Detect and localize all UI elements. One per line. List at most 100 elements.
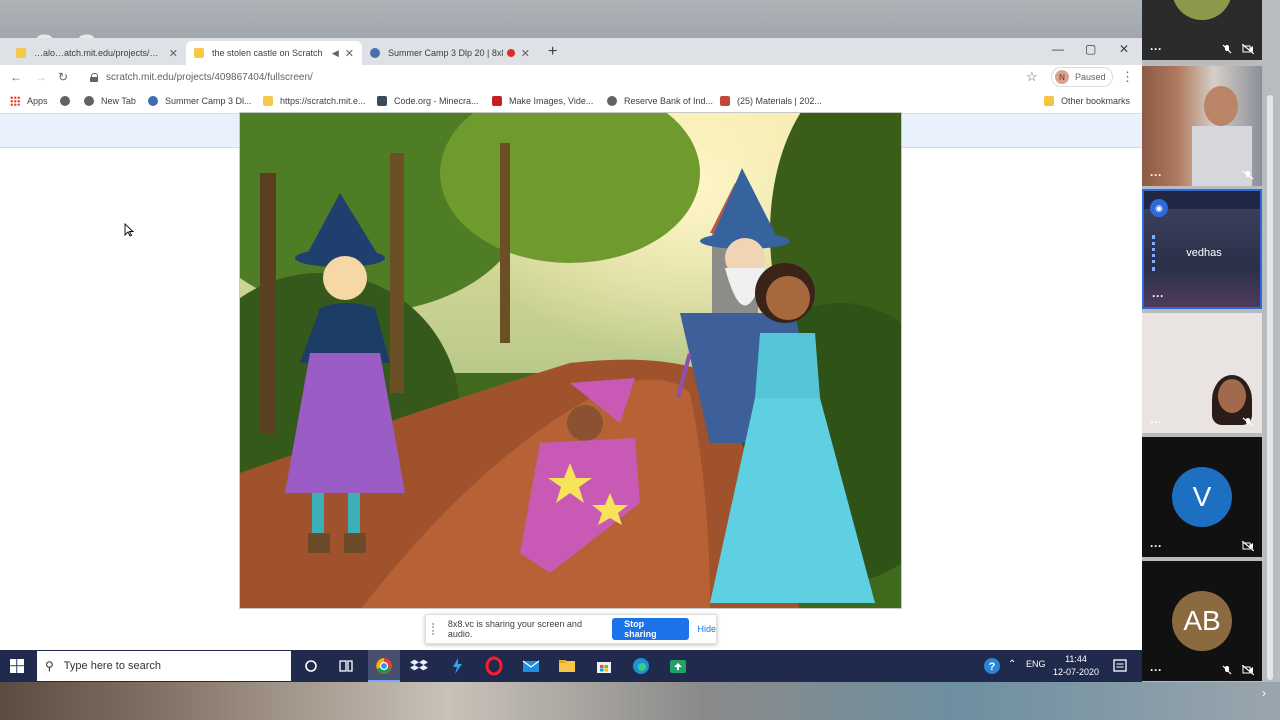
cloud-upload-icon[interactable] [668, 656, 688, 676]
hide-button[interactable]: Hide [697, 624, 716, 634]
scratch-favicon-icon [194, 48, 204, 58]
bookmark-make-images[interactable]: Make Images, Vide... [492, 96, 593, 106]
tab-strip: …alo…atch.mit.edu/projects/… ✕ the stole… [0, 38, 1142, 65]
other-bookmarks[interactable]: Other bookmarks [1044, 96, 1130, 106]
address-bar[interactable]: scratch.mit.edu/projects/409867404/fulls… [84, 66, 1044, 88]
mic-muted-icon [1242, 170, 1254, 180]
mail-icon[interactable] [521, 656, 541, 676]
bookmark-materials[interactable]: (25) Materials | 202... [720, 96, 822, 106]
maximize-button[interactable]: ▢ [1085, 42, 1096, 56]
minimize-button[interactable]: — [1052, 42, 1064, 56]
participant-tile[interactable]: ··· [1142, 66, 1262, 186]
tab-title: Summer Camp 3 Dlp 20 | 8x8 [388, 48, 503, 58]
more-options-icon[interactable]: ··· [1150, 42, 1162, 56]
search-icon: ⚲ [45, 659, 54, 673]
tab-1[interactable]: …alo…atch.mit.edu/projects/… ✕ [8, 41, 186, 65]
scratch-favicon-icon [263, 96, 273, 106]
profile-button[interactable]: N Paused [1051, 67, 1113, 87]
opera-icon[interactable] [484, 656, 504, 676]
tab-2[interactable]: the stolen castle on Scratch ◀ ✕ [186, 41, 362, 65]
menu-kebab-icon[interactable]: ⋮ [1121, 69, 1134, 85]
bookmark-apps[interactable]: Apps [10, 96, 48, 106]
browser-toolbar: ← → ↻ scratch.mit.edu/projects/409867404… [0, 65, 1142, 90]
dropbox-icon[interactable] [410, 656, 430, 676]
camera-off-icon [1242, 44, 1254, 54]
avatar: V [1172, 467, 1232, 527]
bookmarks-bar: Apps New Tab Summer Camp 3 Dl... https:/… [0, 90, 1142, 114]
svg-text:?: ? [989, 661, 996, 673]
taskbar-search-box[interactable]: ⚲ Type here to search [37, 651, 291, 681]
bookmark-label: (25) Materials | 202... [737, 96, 822, 106]
camera-off-icon [1242, 665, 1254, 675]
participants-scrollbar[interactable] [1267, 95, 1273, 680]
presenter-icon: ◉ [1150, 199, 1168, 217]
edge-icon[interactable] [631, 656, 651, 676]
mic-muted-icon [1242, 417, 1254, 427]
new-tab-button[interactable]: + [548, 43, 557, 61]
help-icon[interactable]: ? [982, 656, 1002, 676]
scroll-right-icon[interactable]: › [1262, 686, 1266, 700]
profile-avatar: N [1055, 70, 1069, 84]
camera-off-icon [1242, 541, 1254, 551]
tab-3[interactable]: Summer Camp 3 Dlp 20 | 8x8 ✕ [362, 41, 538, 65]
close-icon[interactable]: ✕ [521, 47, 530, 60]
more-options-icon[interactable]: ··· [1152, 289, 1164, 303]
close-window-button[interactable]: ✕ [1119, 42, 1129, 56]
participant-tile-active[interactable]: ◉ vedhas ··· [1142, 189, 1262, 309]
8x8-favicon-icon [148, 96, 158, 106]
system-clock[interactable]: 11:44 12-07-2020 [1048, 653, 1104, 679]
cortana-icon[interactable] [301, 656, 321, 676]
bookmark-summer-camp[interactable]: Summer Camp 3 Dl... [148, 96, 252, 106]
recording-icon [506, 49, 515, 57]
screen-share-bar: 8x8.vc is sharing your screen and audio.… [425, 614, 717, 644]
bookmark-star-icon[interactable]: ☆ [1026, 69, 1038, 85]
bookmark-scratch[interactable]: https://scratch.mit.e... [263, 96, 366, 106]
more-options-icon[interactable]: ··· [1150, 539, 1162, 553]
bookmark-label: Reserve Bank of Ind... [624, 96, 714, 106]
back-arrow-icon[interactable]: ← [10, 70, 22, 84]
task-view-icon[interactable] [336, 656, 356, 676]
bookmark-rbi[interactable]: Reserve Bank of Ind... [607, 96, 713, 106]
close-icon[interactable]: ✕ [345, 47, 354, 60]
bookmark-globe[interactable] [60, 96, 77, 106]
bookmark-new-tab[interactable]: New Tab [84, 96, 136, 106]
forward-arrow-icon[interactable]: → [35, 70, 47, 84]
notifications-icon[interactable] [1110, 656, 1130, 676]
bookmark-code-org[interactable]: Code.org - Minecra... [377, 96, 479, 106]
more-options-icon[interactable]: ··· [1150, 168, 1162, 182]
file-explorer-icon[interactable] [557, 656, 577, 676]
app-icon[interactable] [447, 656, 467, 676]
scratch-stage[interactable] [239, 112, 902, 609]
language-indicator[interactable]: ENG [1026, 659, 1046, 669]
tray-chevron-icon[interactable]: ⌃ [1008, 659, 1016, 670]
profile-status: Paused [1075, 72, 1106, 82]
windows-start-icon[interactable] [10, 659, 24, 678]
globe-icon [607, 96, 617, 106]
share-message: 8x8.vc is sharing your screen and audio. [447, 619, 582, 639]
close-icon[interactable]: ✕ [169, 47, 178, 60]
more-options-icon[interactable]: ··· [1150, 415, 1162, 429]
chrome-icon[interactable] [374, 656, 394, 676]
participant-tile[interactable]: AB ··· [1142, 561, 1262, 681]
bookmark-label: Make Images, Vide... [509, 96, 594, 106]
more-options-icon[interactable]: ··· [1150, 663, 1162, 677]
reload-icon[interactable]: ↻ [58, 70, 68, 84]
audio-level-icon [1152, 235, 1155, 271]
store-icon[interactable] [594, 656, 614, 676]
stop-sharing-button[interactable]: Stop sharing [612, 618, 690, 640]
participant-tile[interactable]: V ··· [1142, 437, 1262, 557]
bookmark-label: Other bookmarks [1061, 96, 1131, 106]
speaker-icon: ◀ [331, 47, 339, 58]
bookmark-label: Apps [27, 96, 48, 106]
participants-panel: ··· ··· ◉ vedhas ··· ··· V ··· AB ··· [1142, 0, 1280, 682]
globe-icon [84, 96, 94, 106]
avatar: AB [1172, 591, 1232, 651]
stage-scene-image [240, 113, 901, 608]
drag-handle-icon[interactable] [432, 623, 438, 635]
browser-window: …alo…atch.mit.edu/projects/… ✕ the stole… [0, 38, 1142, 650]
participant-tile[interactable]: ··· [1142, 313, 1262, 433]
desktop-backdrop-bottom [0, 682, 1280, 720]
clock-date: 12-07-2020 [1052, 667, 1100, 677]
participant-tile[interactable]: ··· [1142, 0, 1262, 60]
bookmark-label: New Tab [101, 96, 136, 106]
